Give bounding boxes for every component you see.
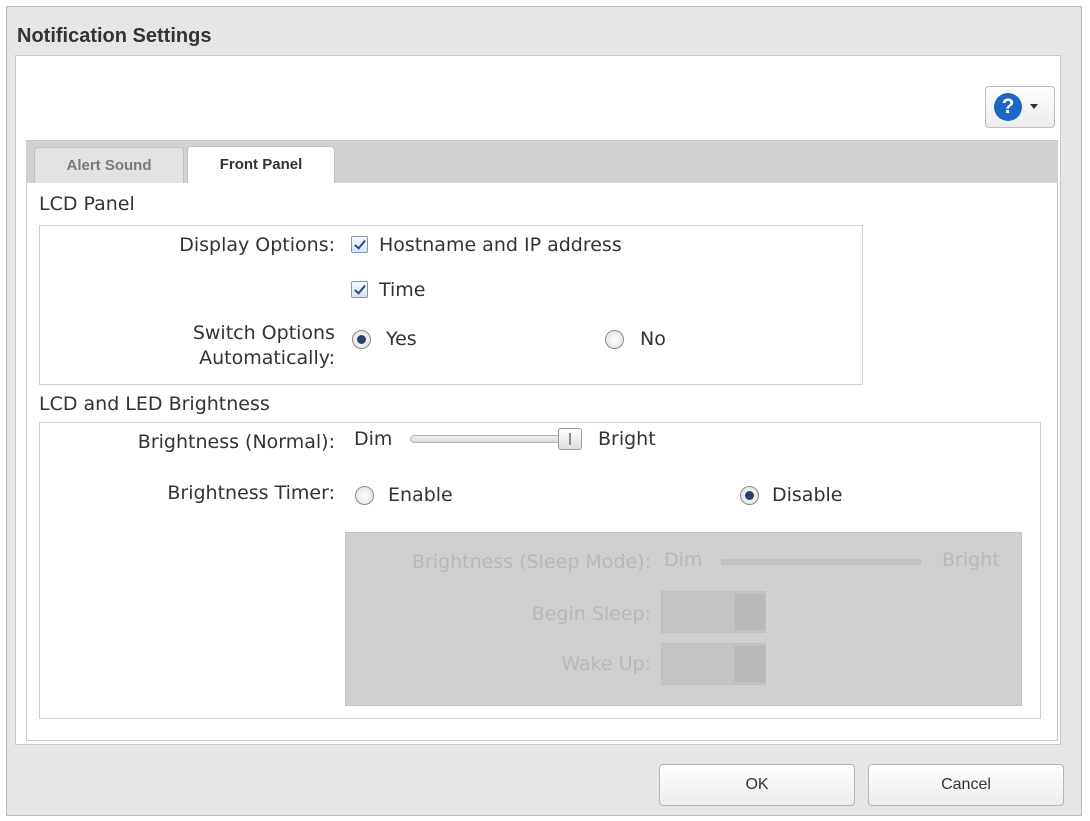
help-button[interactable]: ? (985, 86, 1055, 128)
switch-yes-label: Yes (386, 328, 417, 350)
tab-bar: Alert Sound Front Panel (26, 140, 1058, 186)
brightness-timer-label: Brightness Timer: (167, 482, 335, 504)
switch-yes-radio[interactable] (352, 330, 371, 349)
sleep-mode-disabled-area: Brightness (Sleep Mode): Dim Bright Begi… (345, 532, 1022, 706)
ok-button[interactable]: OK (659, 764, 855, 806)
sleep-mode-slider-track (721, 559, 921, 565)
caret-down-icon (1030, 104, 1038, 109)
hostname-ip-checkbox[interactable] (351, 236, 368, 253)
timer-enable-label: Enable (388, 484, 453, 506)
timer-disable-radio[interactable] (740, 486, 759, 505)
brightness-normal-label: Brightness (Normal): (137, 431, 335, 453)
time-checkbox[interactable] (351, 281, 368, 298)
wake-up-dropdown-arrow (734, 645, 766, 683)
switch-no-label: No (640, 328, 666, 350)
switch-no-radio[interactable] (605, 330, 624, 349)
brightness-section-title: LCD and LED Brightness (39, 393, 270, 415)
wake-up-label: Wake Up: (561, 653, 651, 675)
cancel-button[interactable]: Cancel (868, 764, 1064, 806)
question-circle-icon: ? (994, 93, 1022, 121)
begin-sleep-label: Begin Sleep: (531, 603, 651, 625)
sleep-mode-dim-label: Dim (664, 549, 703, 571)
display-options-label: Display Options: (179, 234, 335, 256)
hostname-ip-label: Hostname and IP address (379, 234, 622, 256)
brightness-normal-slider-track[interactable] (410, 435, 582, 443)
begin-sleep-dropdown-arrow (734, 593, 766, 631)
timer-disable-label: Disable (772, 484, 843, 506)
timer-enable-radio[interactable] (355, 486, 374, 505)
brightness-normal-slider-handle[interactable] (558, 428, 582, 450)
brightness-bright-label: Bright (598, 428, 656, 450)
tab-front-panel[interactable]: Front Panel (187, 146, 335, 186)
dialog-title: Notification Settings (17, 25, 212, 47)
switch-options-label-line1: Switch Options (192, 322, 335, 344)
lcd-panel-section-title: LCD Panel (39, 193, 135, 215)
switch-options-label-line2: Automatically: (199, 347, 335, 369)
sleep-mode-brightness-label: Brightness (Sleep Mode): (411, 551, 651, 573)
brightness-dim-label: Dim (354, 428, 393, 450)
time-label: Time (379, 279, 426, 301)
sleep-mode-bright-label: Bright (942, 549, 1000, 571)
tab-alert-sound[interactable]: Alert Sound (34, 147, 184, 185)
